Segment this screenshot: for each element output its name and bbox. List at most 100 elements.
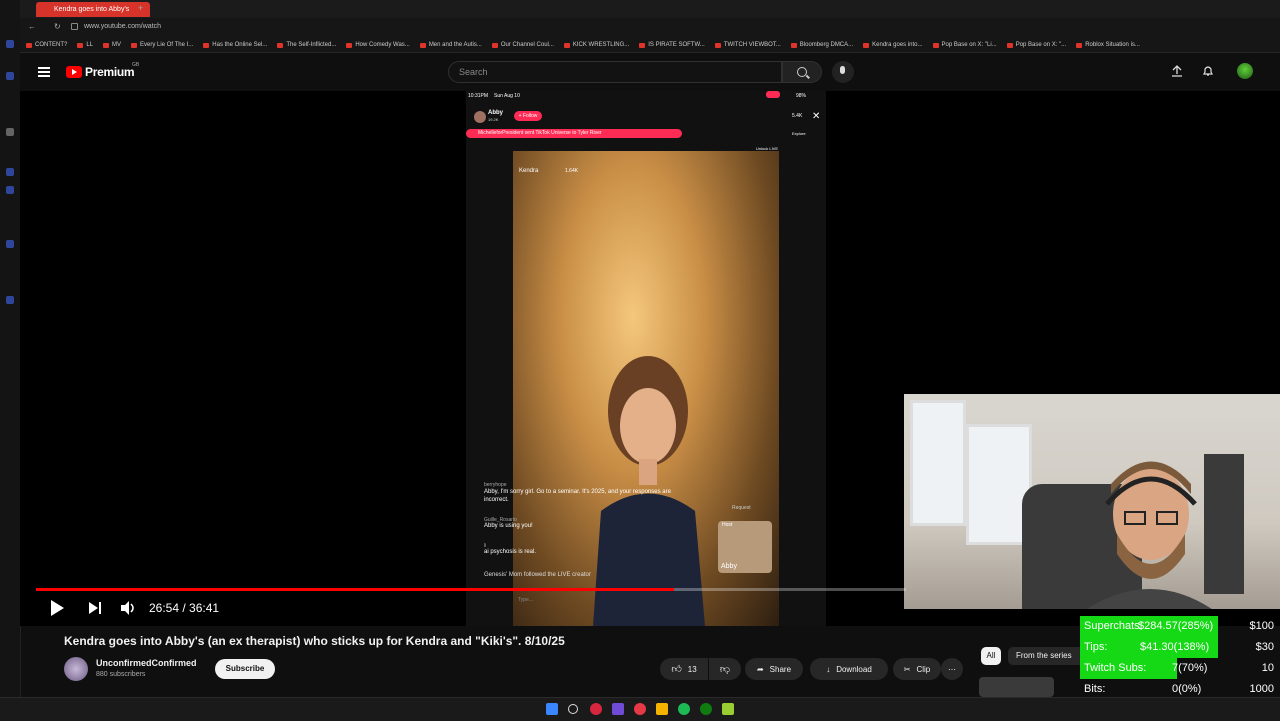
back-icon[interactable]: ←: [28, 22, 36, 31]
scissors-icon: ✂: [903, 664, 911, 674]
guest-name: Kendra: [519, 168, 539, 174]
bookmark-item[interactable]: Bloomberg DMCA...: [790, 42, 854, 48]
opera-browser-icon[interactable]: [590, 703, 602, 715]
sidebar-app-icon[interactable]: [6, 186, 14, 194]
thumbs-up-icon: 👍︎: [671, 664, 682, 675]
download-button[interactable]: ↓ Download: [810, 658, 888, 680]
windows-start-icon[interactable]: [546, 703, 558, 715]
progress-fill: [36, 588, 674, 591]
sidebar-app-icon[interactable]: [6, 128, 14, 136]
dislike-button[interactable]: 👎︎: [709, 658, 741, 680]
window: [910, 400, 966, 526]
bell-icon[interactable]: [1202, 65, 1214, 77]
goal-row: Superchats: $284.57(285%) $100: [1080, 616, 1280, 637]
bookmark-item[interactable]: Has the Online Sel...: [203, 42, 267, 48]
host-tile-label: Host: [722, 522, 733, 528]
next-icon[interactable]: [88, 601, 102, 615]
new-tab-icon[interactable]: +: [138, 3, 143, 13]
channel-name[interactable]: UnconfirmedConfirmed: [96, 658, 197, 668]
gift-banner: MichelleforPresident sent TikTok Univers…: [466, 129, 682, 138]
youtube-logo-icon[interactable]: [66, 66, 82, 78]
bookmark-item[interactable]: The Self-Inflicted...: [277, 42, 336, 48]
phone-status-bar: 10:31PM Sun Aug 10 98%: [466, 91, 826, 101]
like-button[interactable]: 👍︎ 13: [660, 658, 708, 680]
sidebar-app-icon[interactable]: [6, 240, 14, 248]
bookmark-favicon-icon: [639, 42, 646, 48]
search-icon[interactable]: [568, 704, 578, 714]
host-name: Abby: [488, 110, 503, 116]
sidebar-app-icon[interactable]: [6, 168, 14, 176]
search-input[interactable]: Search: [448, 61, 782, 83]
bookmark-item[interactable]: How Comedy Was...: [346, 42, 410, 48]
bookmark-item[interactable]: Men and the Autis...: [419, 42, 482, 48]
url-text[interactable]: www.youtube.com/watch: [84, 23, 161, 30]
more-actions-button[interactable]: ⋯: [941, 658, 963, 680]
explore-label: Explore: [792, 131, 806, 136]
subscribe-button[interactable]: Subscribe: [215, 659, 275, 679]
chip-from-series[interactable]: From the series: [1008, 647, 1086, 665]
app-icon[interactable]: [722, 703, 734, 715]
reload-icon[interactable]: ↻: [54, 22, 61, 31]
status-time: 10:31PM: [468, 93, 489, 99]
bookmark-favicon-icon: [863, 42, 870, 48]
record-indicator-icon: [766, 91, 780, 98]
bookmark-label: KICK WRESTLING...: [572, 42, 630, 48]
share-button[interactable]: ➦ Share: [745, 658, 803, 680]
bookmark-item[interactable]: Pop Base on X: "...: [1006, 42, 1066, 48]
like-count: 13: [687, 664, 697, 674]
bookmarks-bar: CONTENT? LL MV Every Lie Of The I... Has the…: [20, 38, 1280, 53]
sidebar-app-icon[interactable]: [6, 72, 14, 80]
chip-all[interactable]: All: [981, 647, 1001, 665]
bookmark-label: Kendra goes into...: [872, 42, 923, 48]
bookmark-item[interactable]: Our Channel Coul...: [491, 42, 554, 48]
sidebar-app-icon[interactable]: [6, 296, 14, 304]
more-icon: ⋯: [948, 664, 956, 674]
bookmark-item[interactable]: MV: [103, 42, 121, 48]
obs-icon[interactable]: [634, 703, 646, 715]
search-button[interactable]: [782, 61, 822, 83]
bookmark-item[interactable]: Pop Base on X: "Li...: [932, 42, 997, 48]
thumbs-down-icon: 👎︎: [719, 664, 731, 675]
browser-sidebar: [0, 0, 21, 720]
volume-icon[interactable]: [120, 600, 136, 616]
bookmark-label: CONTENT?: [35, 42, 68, 48]
premium-logo-text[interactable]: Premium: [85, 65, 135, 79]
sidebar-app-icon[interactable]: [6, 40, 14, 48]
discord-icon[interactable]: [612, 703, 624, 715]
xbox-icon[interactable]: [700, 703, 712, 715]
request-label: Request: [732, 505, 751, 511]
browser-tab-active[interactable]: Kendra goes into Abby's: [36, 2, 150, 17]
user-avatar[interactable]: [1237, 63, 1253, 79]
bookmark-item[interactable]: Roblox Situation is...: [1076, 42, 1140, 48]
streamer-webcam: [904, 394, 1280, 609]
bookmark-item[interactable]: TWITCH VIEWBOT...: [714, 42, 781, 48]
bookmark-item[interactable]: CONTENT?: [26, 42, 67, 48]
bookmark-item[interactable]: IS PIRATE SOFTW...: [639, 42, 705, 48]
bookmark-favicon-icon: [103, 42, 110, 48]
streamer-person: [1086, 461, 1212, 609]
channel-avatar[interactable]: [64, 657, 88, 681]
bookmark-label: MV: [112, 42, 122, 48]
bookmark-favicon-icon: [346, 42, 353, 48]
menu-icon[interactable]: [38, 67, 50, 77]
voice-search-button[interactable]: [832, 61, 854, 83]
bookmark-item[interactable]: KICK WRESTLING...: [563, 42, 630, 48]
address-bar[interactable]: ← ↻ www.youtube.com/watch: [20, 18, 1280, 38]
clip-button[interactable]: ✂ Clip: [893, 658, 941, 680]
region-code: GB: [132, 62, 140, 68]
play-icon[interactable]: [48, 599, 66, 617]
search-icon: [797, 67, 807, 77]
recommended-thumbnail[interactable]: [979, 677, 1054, 697]
goal-label: Tips:: [1084, 641, 1108, 653]
folder-icon[interactable]: [656, 703, 668, 715]
bookmark-label: Bloomberg DMCA...: [799, 42, 854, 48]
bookmark-favicon-icon: [1076, 42, 1083, 48]
bookmark-item[interactable]: Kendra goes into...: [863, 42, 923, 48]
spotify-icon[interactable]: [678, 703, 690, 715]
bookmark-item[interactable]: Every Lie Of The I...: [131, 42, 193, 48]
goal-value: $284.57(285%): [1138, 620, 1214, 632]
bookmark-item[interactable]: LL: [77, 42, 93, 48]
bookmark-label: LL: [86, 42, 94, 48]
progress-bar[interactable]: [36, 588, 906, 591]
upload-icon[interactable]: [1171, 65, 1183, 77]
